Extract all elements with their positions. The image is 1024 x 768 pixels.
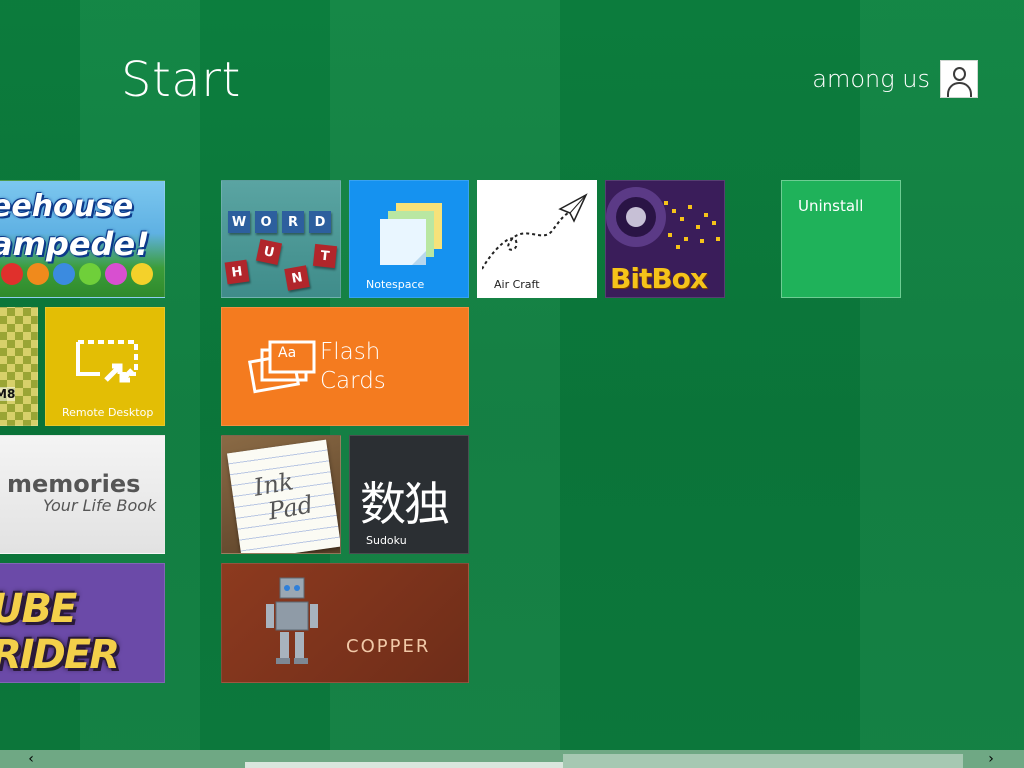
word-hunt-letter: W [228,211,250,233]
remote-desktop-icon [76,340,138,383]
word-hunt-letter: D [309,211,331,233]
paper-plane-icon [482,193,588,270]
tile-ink-pad[interactable]: Ink Pad [221,435,341,554]
tile-bitbox[interactable]: BitBox [605,180,725,298]
word-hunt-letter: H [224,259,250,285]
tile-uninstall[interactable]: Uninstall [781,180,901,298]
tile-word-hunt[interactable]: W O R D H U N T [221,180,341,298]
speaker-icon [606,187,720,249]
horizontal-scrollbar[interactable]: ‹ › [0,750,1024,768]
memories-subtitle: Your Life Book [43,496,157,515]
word-hunt-letter: R [282,211,304,233]
notespace-caption: Notespace [366,278,425,291]
bitbox-label: BitBox [610,262,708,295]
remote-desktop-caption: Remote Desktop [62,406,154,419]
flash-cards-title-line2: Cards [320,368,386,394]
sudoku-glyphs: 数独 [360,477,450,531]
cards-icon-text: Aa [278,345,297,361]
user-avatar-icon[interactable] [940,60,978,98]
scroll-left-arrow-icon[interactable]: ‹ [20,750,42,768]
user-name: among us [812,65,930,93]
treehouse-title-line2: ampede! [0,225,150,263]
tile-chess[interactable]: M8 [0,307,38,426]
chess-label: M8 [0,387,16,401]
tile-air-craft[interactable]: Air Craft [477,180,597,298]
treehouse-balls-decoration [1,263,153,285]
word-hunt-letter: U [255,238,283,266]
tile-cube-rider[interactable]: UBE RIDER [0,563,165,683]
scrollbar-track[interactable] [563,754,963,768]
scroll-right-arrow-icon[interactable]: › [980,750,1002,768]
tile-treehouse-stampede[interactable]: eehouse ampede! [0,180,165,298]
tile-copper[interactable]: COPPER [221,563,469,683]
start-title: Start [121,52,241,108]
sticky-notes-icon [380,203,442,265]
uninstall-label: Uninstall [798,197,864,215]
tile-flash-cards[interactable]: Aa Flash Cards [221,307,469,426]
treehouse-title-line1: eehouse [0,189,134,224]
memories-title: memories [7,470,141,498]
tile-notespace[interactable]: Notespace [349,180,469,298]
flash-cards-title-line1: Flash [320,339,381,365]
word-hunt-letter: O [255,211,277,233]
user-account[interactable]: among us [812,60,978,98]
tile-sudoku[interactable]: 数独 Sudoku [349,435,469,554]
word-hunt-letter: T [312,243,338,269]
copper-label: COPPER [346,636,431,657]
tile-remote-desktop[interactable]: Remote Desktop [45,307,165,426]
robot-icon [266,577,318,664]
word-hunt-letter: N [284,265,310,291]
tile-memories[interactable]: memories Your Life Book [0,435,165,554]
sudoku-caption: Sudoku [366,534,407,547]
cube-rider-graffiti: UBE RIDER [0,586,120,678]
air-craft-caption: Air Craft [494,278,540,291]
scrollbar-thumb[interactable] [245,762,563,768]
